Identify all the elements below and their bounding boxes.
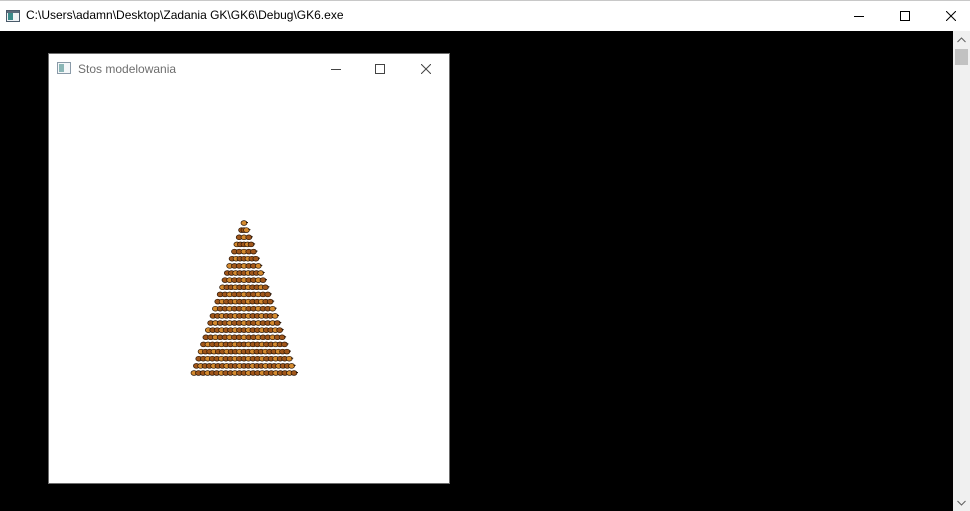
teapot-object [247,241,256,248]
teapot-object [276,327,284,333]
gl-close-button[interactable] [403,54,449,83]
minimize-icon [331,68,341,70]
chevron-down-icon [957,500,966,506]
teapot-object [250,248,258,255]
console-title-bar[interactable]: C:\Users\adamn\Desktop\Zadania GK\GK6\De… [0,0,970,31]
teapot-object [285,355,294,362]
minimize-icon [854,16,864,17]
maximize-icon [375,63,385,74]
teapot-object [288,363,296,369]
teapot-object [259,277,267,283]
teapot-object [266,298,275,305]
teapot-object [278,334,287,341]
teapot-object [240,220,248,226]
scroll-up-button[interactable] [953,31,970,48]
teapot-object [254,263,263,269]
gl-minimize-button[interactable] [313,54,359,83]
teapot-object [252,255,260,262]
maximize-button[interactable] [882,1,928,31]
teapot-object [245,234,253,241]
teapot-object [264,291,272,298]
vertical-scrollbar[interactable] [953,31,970,511]
gl-render-canvas[interactable] [49,83,449,483]
scroll-down-button[interactable] [953,494,970,511]
chevron-up-icon [957,36,966,42]
teapot-object [262,284,270,291]
teapot-object [273,320,282,326]
close-icon [946,11,956,21]
opengl-app-icon[interactable] [57,62,71,74]
minimize-button[interactable] [836,1,882,31]
teapot-object [243,227,251,233]
teapot-object [269,305,277,312]
console-app-icon[interactable] [6,10,20,22]
teapot-object [283,348,291,355]
teapot-object [290,370,298,376]
teapot-object [257,270,265,276]
close-icon [421,63,431,74]
console-window-title: C:\Users\adamn\Desktop\Zadania GK\GK6\De… [26,8,344,22]
gl-window-title: Stos modelowania [78,62,177,76]
close-button[interactable] [928,1,970,31]
scrollbar-thumb[interactable] [955,49,968,65]
teapot-object [281,341,289,348]
gl-maximize-button[interactable] [357,54,403,83]
gl-window[interactable]: Stos modelowania [48,53,450,484]
teapot-object [271,313,279,319]
maximize-icon [900,11,910,21]
pyramid-of-objects [190,220,298,376]
gl-title-bar[interactable]: Stos modelowania [49,54,449,83]
